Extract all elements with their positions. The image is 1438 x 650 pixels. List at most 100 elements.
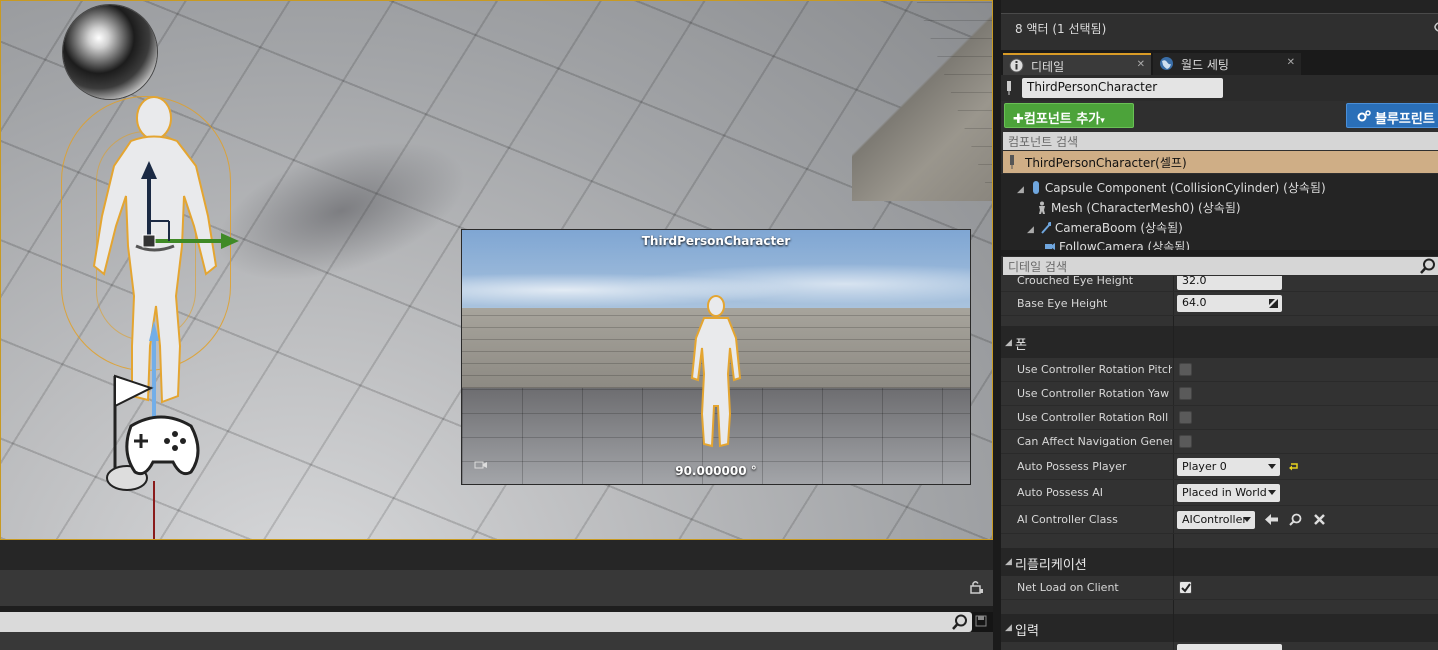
spring-arm-icon bbox=[1041, 222, 1051, 234]
component-tree: ◢ Capsule Component (CollisionCylinder) … bbox=[1001, 174, 1438, 250]
camera-preview: ThirdPersonCharacter 90.000000 ° bbox=[461, 229, 971, 485]
player-start-icon[interactable] bbox=[101, 366, 211, 496]
section-replication[interactable]: ◢ 리플리케이션 bbox=[1001, 548, 1438, 576]
property-label: Base Eye Height bbox=[1017, 297, 1108, 310]
blueprint-label: 블루프린트 bbox=[1375, 112, 1435, 127]
preview-character bbox=[690, 295, 742, 448]
property-row-input-next bbox=[1001, 642, 1438, 650]
plus-icon: ✚ bbox=[1013, 112, 1024, 127]
section-title: 리플리케이션 bbox=[1015, 558, 1087, 573]
content-browser-toolbar bbox=[0, 570, 993, 606]
property-row-use-rot-pitch: Use Controller Rotation Pitch bbox=[1001, 358, 1438, 382]
lock-icon[interactable] bbox=[970, 580, 984, 594]
transform-gizmo[interactable] bbox=[129, 161, 249, 261]
can-affect-navigation-checkbox[interactable] bbox=[1179, 435, 1192, 448]
search-icon bbox=[952, 614, 967, 630]
property-spacer bbox=[1001, 316, 1438, 326]
chevron-down-icon bbox=[1268, 490, 1276, 495]
component-search-input[interactable]: 컴포넌트 검색 bbox=[1003, 132, 1438, 150]
property-row-can-affect-nav: Can Affect Navigation Generation bbox=[1001, 430, 1438, 454]
actor-name-row: ThirdPersonCharacter bbox=[1001, 75, 1438, 101]
property-row-auto-possess-player: Auto Possess Player Player 0 bbox=[1001, 454, 1438, 480]
details-icon bbox=[1009, 58, 1024, 73]
tab-world-settings-label: 월드 세팅 bbox=[1181, 58, 1229, 72]
close-icon[interactable]: ✕ bbox=[1287, 57, 1295, 68]
property-label: Can Affect Navigation Generation bbox=[1017, 435, 1172, 448]
globe-icon bbox=[1160, 57, 1173, 70]
dropdown-caret-icon: ▾ bbox=[1100, 116, 1105, 126]
content-browser-body bbox=[0, 632, 993, 650]
dropdown-value: Player 0 bbox=[1182, 460, 1227, 473]
section-pawn[interactable]: ◢ 폰 bbox=[1001, 326, 1438, 358]
actor-count-status: 8 액터 (1 선택됨) bbox=[1015, 22, 1107, 36]
auto-possess-ai-dropdown[interactable]: Placed in World bbox=[1177, 484, 1280, 502]
component-item-label: Capsule Component (CollisionCylinder) (상… bbox=[1044, 181, 1326, 195]
property-label: Use Controller Rotation Yaw bbox=[1017, 387, 1170, 400]
resize-grip-icon bbox=[1269, 299, 1278, 308]
property-row-use-rot-yaw: Use Controller Rotation Yaw bbox=[1001, 382, 1438, 406]
component-item-label: CameraBoom (상속됨) bbox=[1054, 221, 1183, 235]
collapse-arrow-icon: ◢ bbox=[1005, 338, 1012, 348]
property-row-ai-controller-class: AI Controller Class AIController bbox=[1001, 506, 1438, 534]
content-browser-header bbox=[0, 540, 993, 570]
dropdown-value: Placed in World bbox=[1182, 486, 1267, 499]
component-item-cameraboom[interactable]: ◢ CameraBoom (상속됨) bbox=[1027, 219, 1183, 236]
details-panel: 8 액터 (1 선택됨) 디테일 ✕ 월드 세팅 ✕ ThirdPersonCh… bbox=[1001, 0, 1438, 650]
property-label: Net Load on Client bbox=[1017, 581, 1119, 594]
component-root-label: ThirdPersonCharacter(셀프) bbox=[1025, 156, 1187, 170]
property-label: Crouched Eye Height bbox=[1017, 276, 1134, 287]
expand-arrow-icon[interactable]: ◢ bbox=[1017, 185, 1027, 195]
level-viewport[interactable]: ThirdPersonCharacter 90.000000 ° bbox=[0, 0, 993, 540]
content-search-input[interactable] bbox=[0, 612, 972, 632]
ai-controller-class-dropdown[interactable]: AIController bbox=[1177, 511, 1255, 529]
property-spacer bbox=[1001, 534, 1438, 548]
dropdown-value: AIController bbox=[1182, 513, 1247, 526]
details-splitter[interactable] bbox=[1001, 250, 1438, 256]
chevron-down-icon bbox=[1243, 517, 1251, 522]
property-grid: Crouched Eye Height 32.0 Base Eye Height… bbox=[1001, 276, 1438, 650]
use-rotation-roll-checkbox[interactable] bbox=[1179, 411, 1192, 424]
component-item-label: Mesh (CharacterMesh0) (상속됨) bbox=[1051, 201, 1241, 215]
details-search-placeholder: 디테일 검색 bbox=[1008, 260, 1068, 274]
tab-details[interactable]: 디테일 ✕ bbox=[1003, 53, 1151, 75]
component-item-capsule[interactable]: ◢ Capsule Component (CollisionCylinder) … bbox=[1017, 179, 1326, 196]
property-row-use-rot-roll: Use Controller Rotation Roll bbox=[1001, 406, 1438, 430]
add-component-button[interactable]: ✚컴포넌트 추가▾ bbox=[1004, 103, 1134, 128]
tab-details-label: 디테일 bbox=[1031, 60, 1065, 74]
component-tree-root[interactable]: ThirdPersonCharacter(셀프) bbox=[1003, 151, 1438, 173]
close-icon[interactable]: ✕ bbox=[1137, 59, 1145, 70]
reset-to-default-icon[interactable] bbox=[1289, 462, 1299, 472]
use-selected-arrow-icon[interactable] bbox=[1265, 513, 1278, 526]
auto-possess-player-dropdown[interactable]: Player 0 bbox=[1177, 458, 1280, 476]
property-spacer bbox=[1001, 600, 1438, 614]
outliner-list-end bbox=[1001, 0, 1438, 14]
search-icon bbox=[1420, 258, 1435, 274]
collapse-arrow-icon: ◢ bbox=[1005, 623, 1012, 633]
reflection-sphere[interactable] bbox=[63, 5, 157, 99]
crouched-eye-height-input[interactable]: 32.0 bbox=[1177, 276, 1282, 290]
view-options-icon[interactable] bbox=[1430, 22, 1438, 32]
base-eye-height-input[interactable]: 64.0 bbox=[1177, 295, 1282, 312]
section-input[interactable]: ◢ 입력 bbox=[1001, 614, 1438, 642]
actor-pin-icon bbox=[1007, 81, 1011, 95]
checkmark-icon bbox=[1181, 583, 1191, 593]
add-component-label: 컴포넌트 추가 bbox=[1023, 112, 1101, 127]
save-icon[interactable] bbox=[975, 615, 987, 627]
component-item-mesh[interactable]: Mesh (CharacterMesh0) (상속됨) bbox=[1037, 199, 1241, 216]
input-priority-field[interactable] bbox=[1177, 644, 1282, 650]
property-label: Auto Possess Player bbox=[1017, 460, 1127, 473]
net-load-on-client-checkbox[interactable] bbox=[1179, 581, 1192, 594]
section-title: 입력 bbox=[1015, 624, 1039, 639]
panel-splitter[interactable] bbox=[993, 0, 1001, 650]
details-search-input[interactable]: 디테일 검색 bbox=[1003, 257, 1438, 275]
component-item-followcamera[interactable]: FollowCamera (상속됨) bbox=[1045, 238, 1190, 250]
expand-arrow-icon[interactable]: ◢ bbox=[1027, 225, 1037, 235]
browse-icon[interactable] bbox=[1289, 513, 1302, 526]
property-label: AI Controller Class bbox=[1017, 513, 1118, 526]
actor-name-input[interactable]: ThirdPersonCharacter bbox=[1022, 78, 1223, 98]
tab-world-settings[interactable]: 월드 세팅 ✕ bbox=[1153, 53, 1301, 75]
blueprint-button[interactable]: 블루프린트 bbox=[1346, 103, 1438, 128]
use-rotation-pitch-checkbox[interactable] bbox=[1179, 363, 1192, 376]
clear-icon[interactable] bbox=[1313, 513, 1326, 526]
use-rotation-yaw-checkbox[interactable] bbox=[1179, 387, 1192, 400]
